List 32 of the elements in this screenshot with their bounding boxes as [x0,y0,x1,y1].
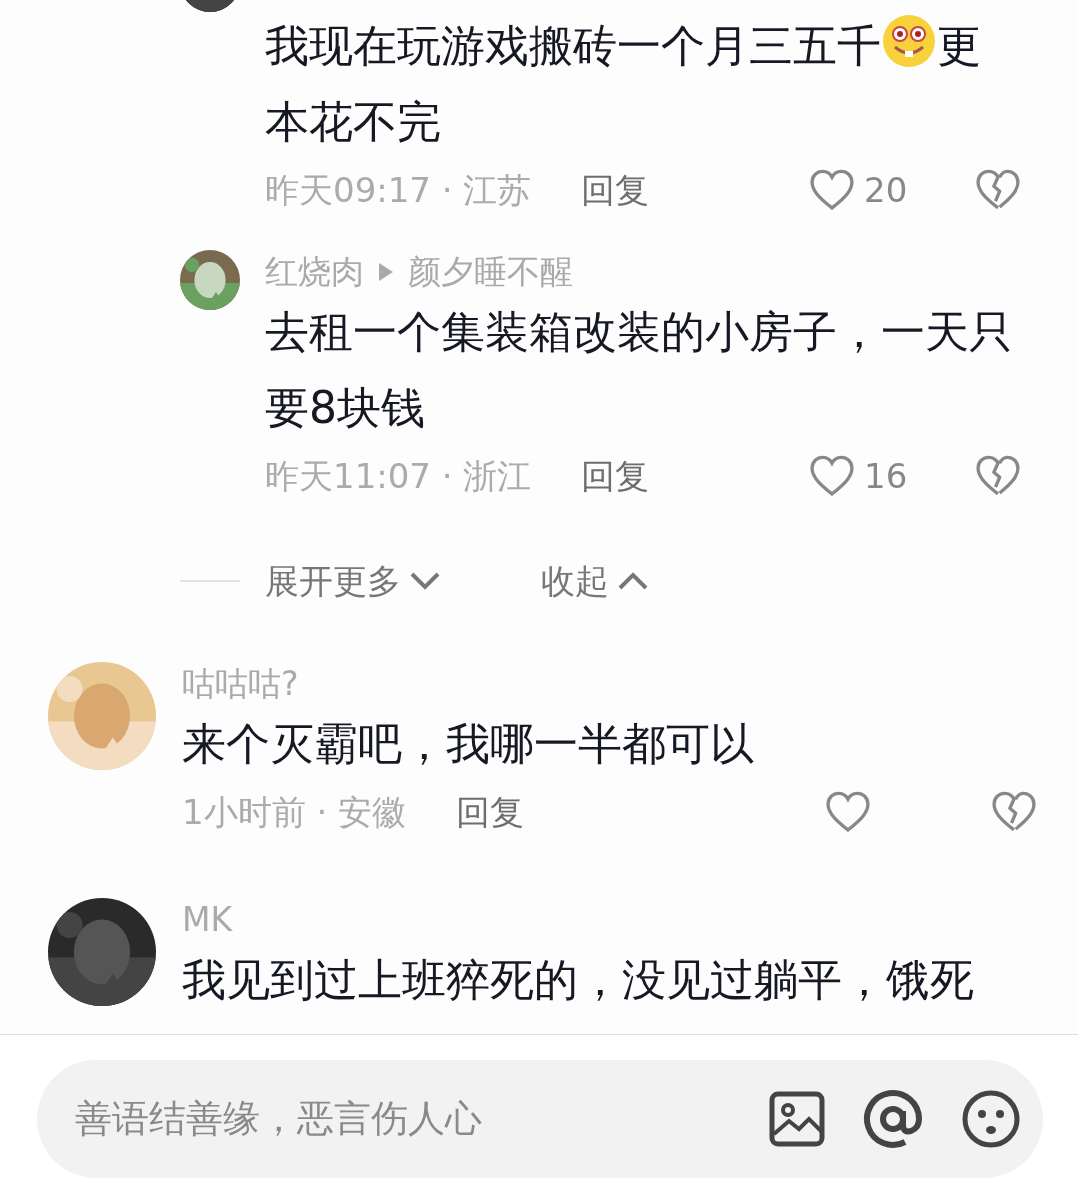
collapse-button[interactable]: 收起 [541,555,649,607]
chevron-down-icon [409,571,441,591]
dislike-icon[interactable] [990,790,1038,834]
reply-button[interactable]: 回复 [581,446,650,506]
mention-icon[interactable] [863,1089,923,1149]
like-icon[interactable] [824,790,872,834]
comment-text: 我见到过上班猝死的，没见过躺平，饿死 [182,953,975,1007]
like-count: 20 [864,169,908,212]
timestamp: 1小时前 · 安徽 [182,791,407,834]
like-icon[interactable] [808,168,856,212]
emoji-icon[interactable] [961,1089,1021,1149]
username[interactable]: 咕咕咕? [182,662,299,706]
dislike-icon[interactable] [974,168,1022,212]
expand-button[interactable]: 展开更多 [265,555,441,607]
comment-bar[interactable]: 善语结善缘，恶言伤人心 [37,1060,1043,1178]
comment-text: 我现在玩游戏搬砖一个月三五千 更本花不完 [265,8,1022,160]
image-icon[interactable] [769,1091,825,1147]
username[interactable]: 红烧肉 [265,250,364,294]
play-arrow-icon [378,262,394,282]
like-icon[interactable] [808,454,856,498]
timestamp: 昨天09:17 · 江苏 [265,169,532,212]
chevron-up-icon [617,571,649,591]
dislike-icon[interactable] [974,454,1022,498]
grin-emoji-icon [881,13,937,69]
comment-text: 来个灭霸吧，我哪一半都可以 [182,717,755,771]
like-count: 16 [864,455,908,498]
comment-text: 去租一个集装箱改装的小房子，一天只要8块钱 [265,305,1014,435]
reply-button[interactable]: 回复 [581,160,650,220]
timestamp: 昨天11:07 · 浙江 [265,455,532,498]
username[interactable]: 颜夕睡不醒 [408,250,573,294]
username[interactable]: MK [182,898,233,942]
reply-button[interactable]: 回复 [456,782,525,842]
